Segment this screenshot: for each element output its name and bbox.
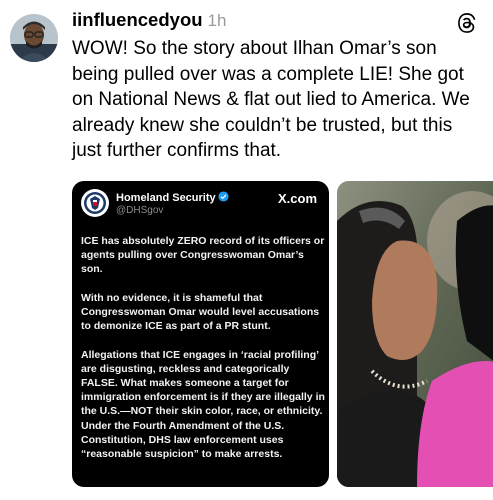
photo-image: [337, 181, 493, 487]
embed-account-name[interactable]: Homeland Security: [116, 191, 229, 204]
embed-paragraph: With no evidence, it is shameful that Co…: [81, 291, 320, 333]
dhs-seal-icon: [81, 189, 109, 217]
user-avatar-image: [10, 14, 58, 62]
embed-handle[interactable]: @DHSgov: [116, 205, 163, 216]
embed-paragraph: Allegations that ICE engages in ‘racial …: [81, 348, 325, 461]
post-header: iinfluencedyou 1h: [72, 9, 481, 35]
verified-badge-icon: [218, 191, 229, 202]
username[interactable]: iinfluencedyou: [72, 9, 203, 30]
embed-header: Homeland Security @DHSgov X.com: [81, 189, 319, 221]
embed-source: X.com: [277, 191, 317, 206]
embed-paragraph: ICE has absolutely ZERO record of its of…: [81, 235, 325, 276]
media-photo[interactable]: [337, 181, 493, 487]
post-time: 1h: [207, 11, 227, 30]
media-carousel[interactable]: Homeland Security @DHSgov X.com ICE has …: [72, 181, 493, 487]
avatar[interactable]: [10, 14, 58, 62]
embed-body: ICE has absolutely ZERO record of its of…: [81, 234, 325, 475]
thread-post: iinfluencedyou 1h WOW! So the story about…: [0, 0, 493, 500]
threads-icon[interactable]: [455, 12, 477, 34]
embed-account-name-text: Homeland Security: [116, 192, 216, 204]
post-text: WOW! So the story about Ilhan Omar’s son…: [72, 38, 470, 162]
embedded-x-post[interactable]: Homeland Security @DHSgov X.com ICE has …: [72, 181, 329, 487]
